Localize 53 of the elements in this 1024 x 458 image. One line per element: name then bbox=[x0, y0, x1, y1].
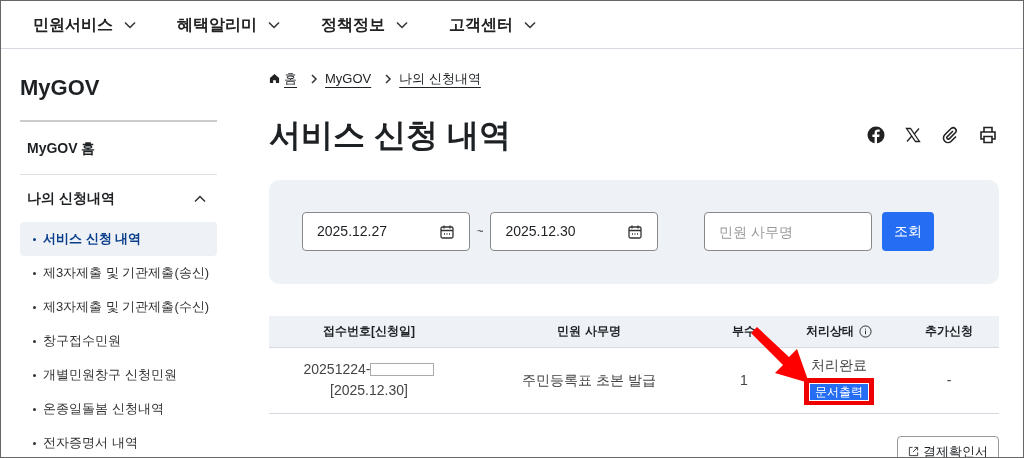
sidebar-section[interactable]: 나의 신청내역 bbox=[20, 175, 217, 222]
nav-menu[interactable]: 정책정보 bbox=[321, 12, 409, 37]
sidebar-item[interactable]: 개별민원창구 신청민원 bbox=[20, 358, 217, 392]
table-cell-text: [2025.12.30] bbox=[330, 381, 408, 400]
sidebar-item[interactable]: 제3자제출 및 기관제출(수신) bbox=[20, 290, 217, 324]
print-icon[interactable] bbox=[979, 125, 997, 144]
sidebar-item[interactable]: 온종일돌봄 신청내역 bbox=[20, 392, 217, 426]
bullet-icon bbox=[33, 305, 36, 309]
breadcrumb-link[interactable]: 나의 신청내역 bbox=[399, 69, 481, 89]
facebook-icon[interactable] bbox=[867, 125, 885, 144]
sidebar-link[interactable]: MyGOV 홈 bbox=[27, 140, 96, 156]
receipt-button[interactable]: 결제확인서 bbox=[897, 435, 999, 457]
sidebar-item[interactable]: 전자증명서 내역 bbox=[20, 426, 217, 457]
bullet-icon bbox=[33, 237, 36, 241]
column-header: 민원 사무명 bbox=[557, 323, 621, 340]
bullet-icon bbox=[33, 407, 36, 411]
external-link-icon bbox=[908, 446, 919, 457]
bullet-icon bbox=[33, 339, 36, 343]
bullet-icon bbox=[33, 271, 36, 275]
paperclip-icon[interactable] bbox=[941, 125, 959, 144]
sidebar-item[interactable]: 서비스 신청 내역 bbox=[20, 222, 217, 256]
search-field[interactable]: 민원 사무명 bbox=[704, 212, 873, 251]
column-header: 접수번호[신청일] bbox=[323, 323, 415, 340]
table-cell-text: 주민등록표 초본 발급 bbox=[522, 370, 656, 390]
bullet-icon bbox=[33, 373, 36, 377]
redaction-box bbox=[370, 363, 435, 376]
calendar-icon[interactable] bbox=[439, 223, 455, 240]
date-field[interactable]: 2025.12.30 bbox=[490, 212, 659, 251]
info-icon[interactable] bbox=[859, 324, 872, 338]
search-button[interactable]: 조회 bbox=[882, 212, 935, 251]
sidebar-title: MyGOV bbox=[20, 71, 217, 122]
range-separator: ~ bbox=[477, 224, 484, 240]
date-field[interactable]: 2025.12.27 bbox=[302, 212, 470, 251]
column-header: 부수 bbox=[732, 323, 756, 340]
table-cell-text: 20251224- bbox=[303, 360, 371, 379]
home-icon bbox=[269, 73, 280, 85]
print-button[interactable]: 문서출력 bbox=[809, 383, 869, 401]
table-cell-text: - bbox=[946, 370, 952, 390]
breadcrumb-link[interactable]: MyGOV bbox=[325, 69, 372, 89]
table-cell-text: 1 bbox=[740, 370, 748, 390]
nav-menu[interactable]: 혜택알리미 bbox=[177, 12, 281, 37]
page-heading: 서비스 신청 내역 bbox=[269, 115, 511, 155]
breadcrumb-link[interactable]: 홈 bbox=[284, 69, 297, 89]
bullet-icon bbox=[33, 441, 36, 445]
calendar-icon[interactable] bbox=[627, 223, 644, 240]
column-header: 추가신청 bbox=[925, 323, 973, 340]
column-header: 처리상태 bbox=[806, 323, 854, 340]
sidebar-item[interactable]: 창구접수민원 bbox=[20, 324, 217, 358]
status-text: 처리완료 bbox=[811, 356, 867, 375]
nav-menu[interactable]: 고객센터 bbox=[449, 12, 537, 37]
x-icon[interactable] bbox=[905, 126, 921, 143]
sidebar-item[interactable]: 제3자제출 및 기관제출(송신) bbox=[20, 256, 217, 290]
nav-menu[interactable]: 민원서비스 bbox=[33, 12, 137, 37]
